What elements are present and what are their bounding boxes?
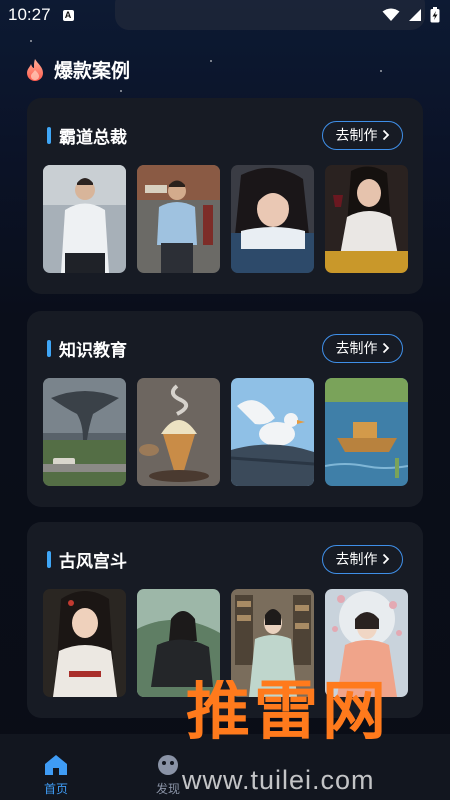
case-card-1: 霸道总裁 去制作 bbox=[27, 98, 423, 294]
section-header: 爆款案例 bbox=[24, 56, 130, 83]
make-button-label: 去制作 bbox=[335, 552, 378, 568]
woman-lying-photo[interactable] bbox=[231, 165, 314, 273]
make-button-label: 去制作 bbox=[335, 341, 378, 357]
woman-wine-photo[interactable] bbox=[325, 165, 408, 273]
status-time: 10:27 bbox=[8, 5, 51, 24]
title-accent-bar bbox=[47, 126, 51, 144]
tab-home-label: 首页 bbox=[43, 782, 68, 796]
section-title: 爆款案例 bbox=[54, 60, 131, 82]
make-button-label: 去制作 bbox=[335, 128, 378, 144]
tab-home[interactable]: 首页 bbox=[0, 754, 112, 797]
chevron-right-icon bbox=[382, 342, 389, 354]
title-accent-bar bbox=[47, 339, 51, 357]
ice-cream-photo[interactable] bbox=[137, 378, 220, 486]
status-bar: 10:27 A bbox=[0, 0, 450, 30]
wifi-icon bbox=[382, 8, 400, 21]
man-office-photo[interactable] bbox=[43, 165, 126, 273]
hanfu-girl-photo[interactable] bbox=[43, 589, 126, 697]
notification-icon: A bbox=[62, 9, 74, 21]
chevron-right-icon bbox=[382, 553, 389, 565]
make-button[interactable]: 去制作 bbox=[322, 544, 403, 574]
signal-icon bbox=[409, 9, 421, 21]
tornado-photo[interactable] bbox=[43, 378, 126, 486]
chevron-right-icon bbox=[382, 129, 389, 141]
watermark-text: 推雷网 bbox=[186, 680, 390, 749]
make-button[interactable]: 去制作 bbox=[322, 333, 403, 363]
watermark-logo: 推雷网 www.tuilei.com bbox=[180, 680, 450, 800]
man-street-photo[interactable] bbox=[137, 165, 220, 273]
case-card-2: 知识教育 去制作 bbox=[27, 311, 423, 507]
discover-icon bbox=[158, 755, 178, 775]
make-button[interactable]: 去制作 bbox=[322, 120, 403, 150]
card-title: 霸道总裁 bbox=[59, 127, 127, 148]
title-accent-bar bbox=[47, 550, 51, 568]
watermark-url: www.tuilei.com bbox=[182, 765, 375, 795]
card-title: 古风宫斗 bbox=[59, 551, 127, 572]
battery-icon bbox=[430, 7, 440, 23]
tab-discover-label: 发现 bbox=[155, 782, 180, 796]
dove-photo[interactable] bbox=[231, 378, 314, 486]
fire-icon bbox=[27, 58, 43, 81]
home-icon bbox=[45, 755, 67, 775]
boat-photo[interactable] bbox=[325, 378, 408, 486]
card-title: 知识教育 bbox=[59, 340, 127, 361]
